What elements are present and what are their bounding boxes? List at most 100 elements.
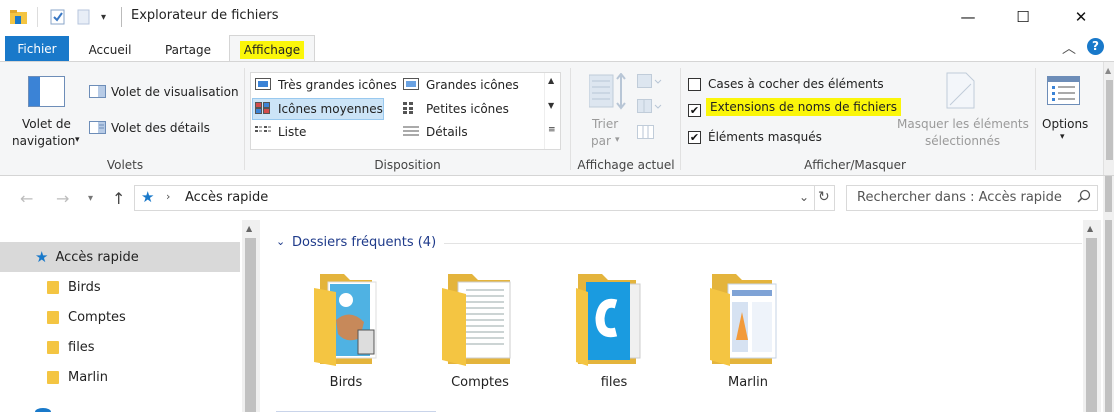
options-label[interactable]: Options bbox=[1042, 117, 1088, 131]
layout-extra-large-icons[interactable]: Très grandes icônes bbox=[253, 74, 398, 96]
ribbon-separator bbox=[570, 68, 571, 170]
forward-arrow-icon[interactable]: → bbox=[56, 189, 69, 208]
content-scrollbar[interactable]: ▲ bbox=[1083, 220, 1101, 412]
address-dropdown-icon[interactable]: ⌄ bbox=[799, 190, 809, 204]
window-scrollbar bbox=[1103, 220, 1114, 412]
hidden-items-label[interactable]: Éléments masqués bbox=[708, 130, 822, 144]
layout-small-icons[interactable]: Petites icônes bbox=[401, 98, 543, 120]
window-scrollbar[interactable]: ▲ bbox=[1103, 62, 1114, 175]
folder-icon bbox=[47, 370, 59, 384]
recent-locations-icon[interactable]: ▾ bbox=[88, 193, 93, 204]
folder-label-comptes[interactable]: Comptes bbox=[420, 375, 540, 390]
details-pane-icon[interactable] bbox=[89, 121, 107, 138]
size-columns-icon[interactable] bbox=[637, 125, 655, 144]
scroll-thumb[interactable] bbox=[1105, 176, 1112, 212]
folder-label-birds[interactable]: Birds bbox=[286, 375, 406, 390]
nav-item-files[interactable]: files bbox=[0, 332, 240, 362]
group-title[interactable]: Dossiers fréquents (4) bbox=[292, 235, 436, 250]
hide-selected-items-icon[interactable] bbox=[946, 72, 976, 113]
address-box[interactable]: ★ › Accès rapide ⌄ ↻ bbox=[134, 185, 835, 211]
folder-icon bbox=[442, 274, 511, 366]
help-icon[interactable]: ? bbox=[1087, 38, 1104, 55]
add-columns-icon[interactable] bbox=[637, 99, 665, 118]
folder-files[interactable] bbox=[574, 270, 658, 370]
maximize-button[interactable]: ☐ bbox=[1000, 0, 1046, 33]
tab-partage[interactable]: Partage bbox=[155, 37, 221, 62]
folder-comptes[interactable] bbox=[440, 270, 524, 370]
window-title: Explorateur de fichiers bbox=[131, 8, 279, 23]
layout-large-icons[interactable]: Grandes icônes bbox=[401, 74, 543, 96]
folder-marlin[interactable] bbox=[708, 270, 792, 370]
layout-medium-icons[interactable]: Icônes moyennes bbox=[252, 98, 384, 120]
sort-by-dropdown-icon[interactable]: ▾ bbox=[615, 135, 620, 145]
layout-gallery-scroll[interactable]: ▲ ▼ ≡ bbox=[544, 73, 560, 149]
breadcrumb-location[interactable]: Accès rapide bbox=[185, 190, 268, 205]
collapse-ribbon-icon[interactable]: ︿ bbox=[1062, 38, 1076, 58]
navigation-pane-icon[interactable] bbox=[28, 76, 66, 111]
group-chevron-icon[interactable]: ⌄ bbox=[276, 235, 285, 248]
folder-label-files[interactable]: files bbox=[554, 375, 674, 390]
refresh-icon[interactable]: ↻ bbox=[818, 189, 830, 205]
layout-label: Détails bbox=[426, 125, 468, 139]
hide-selected-label-1[interactable]: Masquer les éléments bbox=[897, 117, 1029, 131]
tab-fichier[interactable]: Fichier bbox=[5, 36, 69, 62]
layout-list[interactable]: Liste bbox=[253, 121, 398, 143]
address-bar-row: ← → ▾ ↑ ★ › Accès rapide ⌄ ↻ Rechercher … bbox=[0, 176, 1114, 220]
nav-item-acces-rapide[interactable]: ★ Accès rapide bbox=[0, 242, 240, 272]
layout-gallery: Très grandes icônes Grandes icônes Icône… bbox=[250, 72, 561, 150]
folder-label-marlin[interactable]: Marlin bbox=[688, 375, 808, 390]
scroll-up-icon[interactable]: ▲ bbox=[246, 224, 252, 233]
layout-details[interactable]: Détails bbox=[401, 121, 543, 143]
options-icon[interactable] bbox=[1047, 76, 1081, 109]
customize-toolbar-icon[interactable]: ▾ bbox=[101, 7, 106, 27]
search-input[interactable]: Rechercher dans : Accès rapide bbox=[846, 185, 1098, 211]
preview-pane-icon[interactable] bbox=[89, 85, 107, 102]
breadcrumb-chevron-icon[interactable]: › bbox=[166, 190, 170, 203]
new-folder-icon[interactable] bbox=[77, 7, 91, 27]
scroll-up-icon[interactable]: ▲ bbox=[548, 76, 554, 85]
scroll-thumb[interactable] bbox=[245, 238, 256, 412]
back-arrow-icon[interactable]: ← bbox=[20, 189, 33, 208]
up-arrow-icon[interactable]: ↑ bbox=[112, 189, 125, 208]
nav-item-birds[interactable]: Birds bbox=[0, 272, 240, 302]
tab-accueil[interactable]: Accueil bbox=[80, 37, 140, 62]
options-dropdown-icon[interactable]: ▾ bbox=[1060, 132, 1065, 142]
navigation-pane-dropdown-icon[interactable]: ▾ bbox=[75, 135, 80, 145]
scroll-thumb[interactable] bbox=[1086, 238, 1097, 412]
nav-item-label: Marlin bbox=[68, 369, 108, 385]
search-icon[interactable] bbox=[1077, 189, 1091, 206]
scroll-down-icon[interactable]: ▼ bbox=[548, 101, 554, 110]
file-extensions-label: Extensions de noms de fichiers bbox=[706, 98, 901, 116]
scroll-up-icon[interactable]: ▲ bbox=[1087, 224, 1093, 233]
window-scrollbar bbox=[1103, 176, 1114, 220]
navigation-pane-label-2[interactable]: navigation bbox=[12, 134, 75, 148]
folder-birds[interactable] bbox=[306, 270, 390, 370]
scroll-thumb[interactable] bbox=[1105, 220, 1112, 412]
preview-pane-label[interactable]: Volet de visualisation bbox=[111, 85, 239, 99]
group-by-icon[interactable] bbox=[637, 74, 665, 93]
properties-icon[interactable] bbox=[50, 7, 66, 27]
hidden-items-checkbox[interactable]: ✔ bbox=[688, 131, 701, 144]
item-checkboxes-label[interactable]: Cases à cocher des éléments bbox=[708, 77, 884, 91]
item-checkboxes-checkbox[interactable] bbox=[688, 78, 701, 91]
file-extensions-checkbox[interactable]: ✔ bbox=[688, 104, 701, 117]
nav-pane-scrollbar[interactable]: ▲ bbox=[242, 220, 260, 412]
app-folder-icon[interactable] bbox=[10, 7, 28, 27]
scroll-thumb[interactable] bbox=[1106, 80, 1113, 160]
minimize-button[interactable]: — bbox=[945, 0, 991, 33]
scroll-up-icon[interactable]: ▲ bbox=[1105, 66, 1111, 75]
gallery-more-icon[interactable]: ≡ bbox=[548, 125, 556, 135]
close-button[interactable]: ✕ bbox=[1058, 0, 1104, 33]
hide-selected-label-2[interactable]: sélectionnés bbox=[925, 134, 1000, 148]
folder-icon bbox=[314, 274, 377, 366]
details-pane-label[interactable]: Volet des détails bbox=[111, 121, 210, 135]
sort-by-icon[interactable] bbox=[588, 72, 629, 114]
navigation-pane-label-1[interactable]: Volet de bbox=[22, 117, 71, 131]
sort-by-label-2[interactable]: par bbox=[591, 134, 611, 148]
nav-item-marlin[interactable]: Marlin bbox=[0, 362, 240, 392]
tab-affichage[interactable]: Affichage bbox=[229, 35, 315, 63]
file-extensions-label-wrap[interactable]: Extensions de noms de fichiers bbox=[706, 98, 901, 116]
navigation-pane: ★ Accès rapide Birds Comptes files Marli… bbox=[0, 220, 262, 412]
nav-item-comptes[interactable]: Comptes bbox=[0, 302, 240, 332]
sort-by-label-1[interactable]: Trier bbox=[592, 117, 618, 131]
